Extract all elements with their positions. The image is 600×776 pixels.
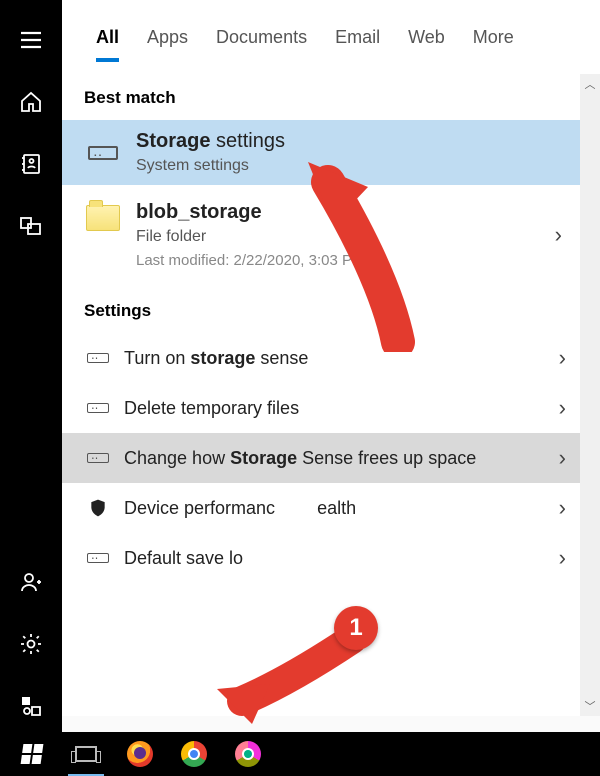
drive-icon xyxy=(82,403,114,413)
setting-title: Device performance & health xyxy=(114,496,559,520)
chevron-right-icon: › xyxy=(559,445,566,471)
result-subtitle: File folder xyxy=(136,228,549,246)
scroll-down-icon[interactable]: ﹀ xyxy=(580,696,600,716)
firefox-icon xyxy=(127,741,153,767)
setting-change-free[interactable]: Change how Storage Sense frees up space … xyxy=(62,433,580,483)
search-tabs: All Apps Documents Email Web More xyxy=(62,0,600,74)
result-title: blob_storage xyxy=(136,201,549,224)
tab-email[interactable]: Email xyxy=(335,27,380,48)
account-icon[interactable] xyxy=(19,694,43,718)
setting-title: Turn on storage sense xyxy=(114,346,559,370)
result-title: Storage settings xyxy=(136,130,566,153)
left-rail xyxy=(0,0,62,776)
scrollbar[interactable]: ︿ ﹀ xyxy=(580,74,600,716)
setting-device-health[interactable]: Device performance & health › xyxy=(62,483,580,533)
shield-icon xyxy=(82,497,114,519)
settings-heading: Settings xyxy=(62,283,580,333)
notebook-icon[interactable] xyxy=(19,152,43,176)
chevron-right-icon: › xyxy=(559,495,566,521)
start-button[interactable] xyxy=(10,732,54,776)
best-match-heading: Best match xyxy=(62,74,580,120)
gear-icon[interactable] xyxy=(19,632,43,656)
result-meta: Last modified: 2/22/2020, 3:03 PM xyxy=(136,252,549,269)
result-subtitle: System settings xyxy=(136,157,566,175)
result-blob-storage[interactable]: blob_storage File folder Last modified: … xyxy=(62,185,580,283)
taskbar-chrome-canary[interactable] xyxy=(226,732,270,776)
tab-more[interactable]: More xyxy=(473,27,514,48)
result-storage-settings[interactable]: Storage settings System settings xyxy=(62,120,580,185)
task-view-icon xyxy=(75,746,97,762)
taskbar-chrome[interactable] xyxy=(172,732,216,776)
setting-delete-temp[interactable]: Delete temporary files › xyxy=(62,383,580,433)
drive-icon xyxy=(82,353,114,363)
folder-icon xyxy=(84,201,122,231)
search-panel: All Apps Documents Email Web More Best m… xyxy=(62,0,600,776)
apps-icon[interactable] xyxy=(19,214,43,238)
tab-documents[interactable]: Documents xyxy=(216,27,307,48)
setting-default-save[interactable]: Default save locations › xyxy=(62,533,580,575)
task-view-button[interactable] xyxy=(64,732,108,776)
chrome-alt-icon xyxy=(235,741,261,767)
taskbar-firefox[interactable] xyxy=(118,732,162,776)
windows-icon xyxy=(21,744,44,764)
chevron-right-icon: › xyxy=(559,545,566,571)
home-icon[interactable] xyxy=(19,90,43,114)
setting-title: Default save locations xyxy=(114,546,559,570)
chevron-right-icon: › xyxy=(549,222,566,248)
add-user-icon[interactable] xyxy=(19,570,43,594)
drive-icon xyxy=(84,146,122,160)
tab-web[interactable]: Web xyxy=(408,27,445,48)
chrome-icon xyxy=(181,741,207,767)
setting-title: Change how Storage Sense frees up space xyxy=(114,446,559,470)
drive-icon xyxy=(82,453,114,463)
scroll-up-icon[interactable]: ︿ xyxy=(580,74,600,94)
tab-all[interactable]: All xyxy=(96,27,119,48)
setting-storage-sense[interactable]: Turn on storage sense › xyxy=(62,333,580,383)
chevron-right-icon: › xyxy=(559,345,566,371)
hamburger-icon[interactable] xyxy=(19,28,43,52)
drive-icon xyxy=(82,553,114,563)
setting-title: Delete temporary files xyxy=(114,396,559,420)
chevron-right-icon: › xyxy=(559,395,566,421)
tab-apps[interactable]: Apps xyxy=(147,27,188,48)
taskbar xyxy=(0,732,600,776)
